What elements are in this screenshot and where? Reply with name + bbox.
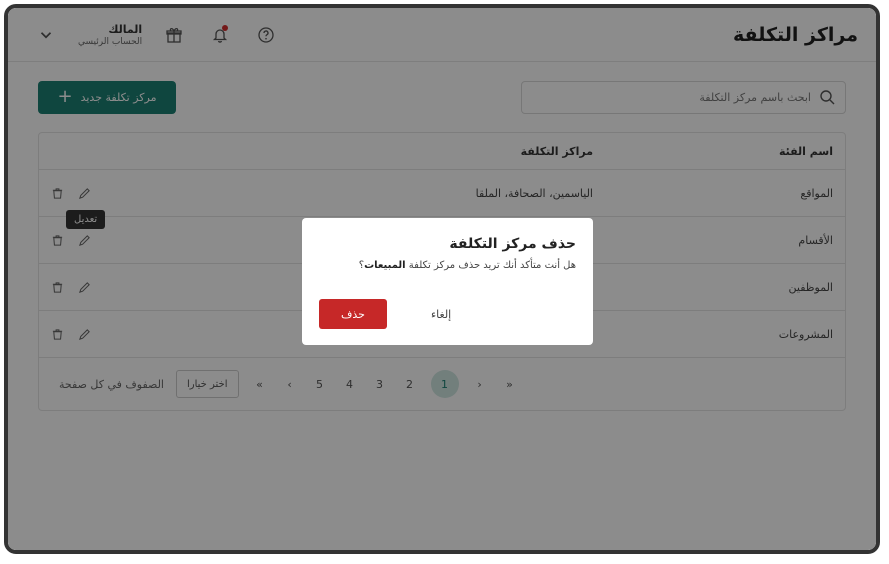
app-window: مراكز التكلفة المالك الحساب الرئيسي ابحث… [4, 4, 880, 554]
app-content: مراكز التكلفة المالك الحساب الرئيسي ابحث… [8, 8, 876, 550]
dialog-message: هل أنت متأكد أنك تريد حذف مركز تكلفة الم… [319, 260, 576, 271]
delete-button[interactable]: حذف [319, 299, 387, 329]
delete-confirm-dialog: حذف مركز التكلفة هل أنت متأكد أنك تريد ح… [302, 218, 593, 345]
dialog-message-item: المبيعات [364, 260, 406, 271]
dialog-actions: حذف إلغاء [319, 299, 576, 329]
dialog-title: حذف مركز التكلفة [449, 236, 576, 252]
dialog-message-prefix: هل أنت متأكد أنك تريد حذف مركز تكلفة [408, 260, 576, 271]
cancel-button[interactable]: إلغاء [421, 308, 461, 321]
